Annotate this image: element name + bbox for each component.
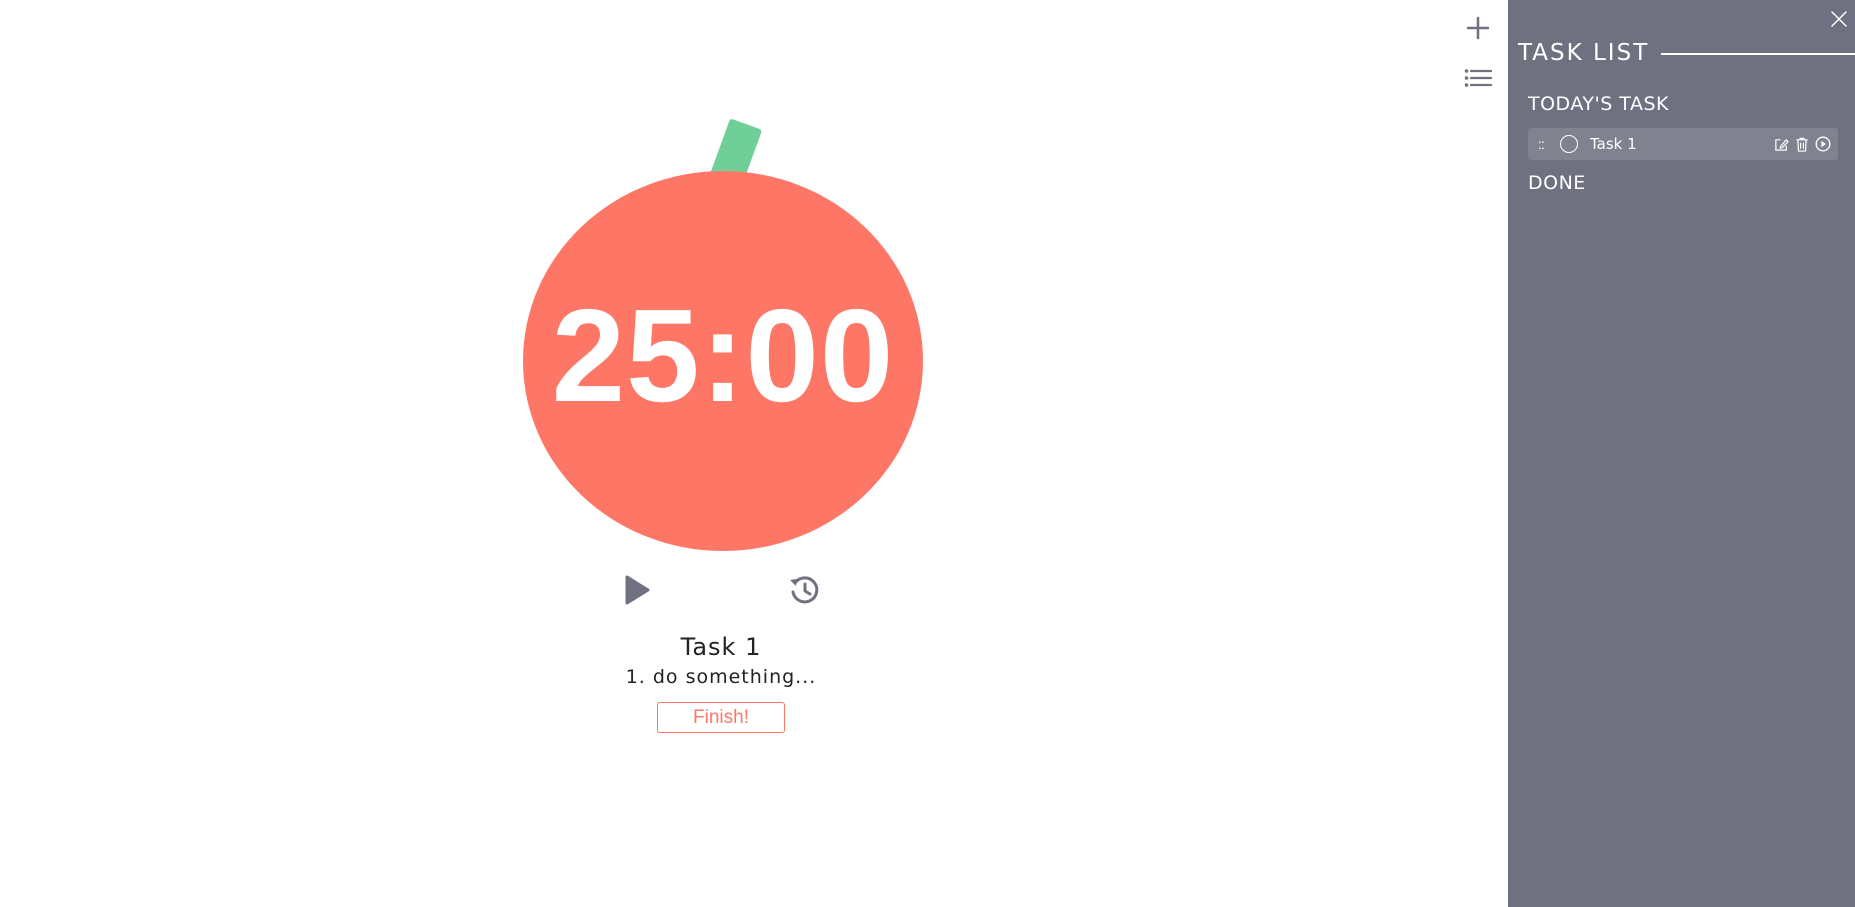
tomato-timer: 25:00	[523, 171, 923, 551]
close-icon	[1831, 11, 1847, 27]
panel-title-divider	[1661, 53, 1855, 55]
close-panel-button[interactable]	[1829, 9, 1849, 29]
finish-button[interactable]: Finish!	[657, 702, 785, 733]
history-icon	[790, 576, 819, 604]
edit-task-button[interactable]	[1772, 135, 1790, 153]
timer-area: 25:00 Task 1 1. do something... Finish!	[0, 0, 1508, 907]
list-icon	[1464, 69, 1492, 87]
current-task-title: Task 1	[680, 633, 762, 661]
task-list-toggle-button[interactable]	[1463, 63, 1493, 93]
timer-display: 25:00	[551, 282, 895, 429]
task-complete-checkbox[interactable]	[1560, 135, 1578, 153]
play-icon	[625, 575, 650, 605]
panel-header: TASK LIST	[1518, 40, 1855, 66]
edit-icon	[1774, 138, 1789, 151]
start-task-button[interactable]	[1814, 135, 1832, 153]
today-section-label: TODAY'S TASK	[1528, 93, 1669, 115]
pomodoro-app: 25:00 Task 1 1. do something... Finish!	[0, 0, 1855, 907]
task-list-item[interactable]: :: Task 1	[1528, 128, 1838, 160]
drag-handle-icon[interactable]: ::	[1538, 136, 1554, 152]
play-circle-icon	[1815, 136, 1831, 152]
delete-task-button[interactable]	[1793, 135, 1811, 153]
task-item-label: Task 1	[1590, 135, 1637, 153]
trash-icon	[1796, 137, 1808, 152]
task-list-panel: TASK LIST TODAY'S TASK :: Task 1 DONE	[1508, 0, 1855, 907]
plus-icon	[1466, 16, 1490, 40]
current-task-note: 1. do something...	[625, 666, 817, 688]
reset-button[interactable]	[786, 572, 822, 608]
add-task-button[interactable]	[1463, 13, 1493, 43]
done-section-label: DONE	[1528, 172, 1586, 194]
play-button[interactable]	[619, 572, 655, 608]
panel-title: TASK LIST	[1518, 40, 1650, 66]
